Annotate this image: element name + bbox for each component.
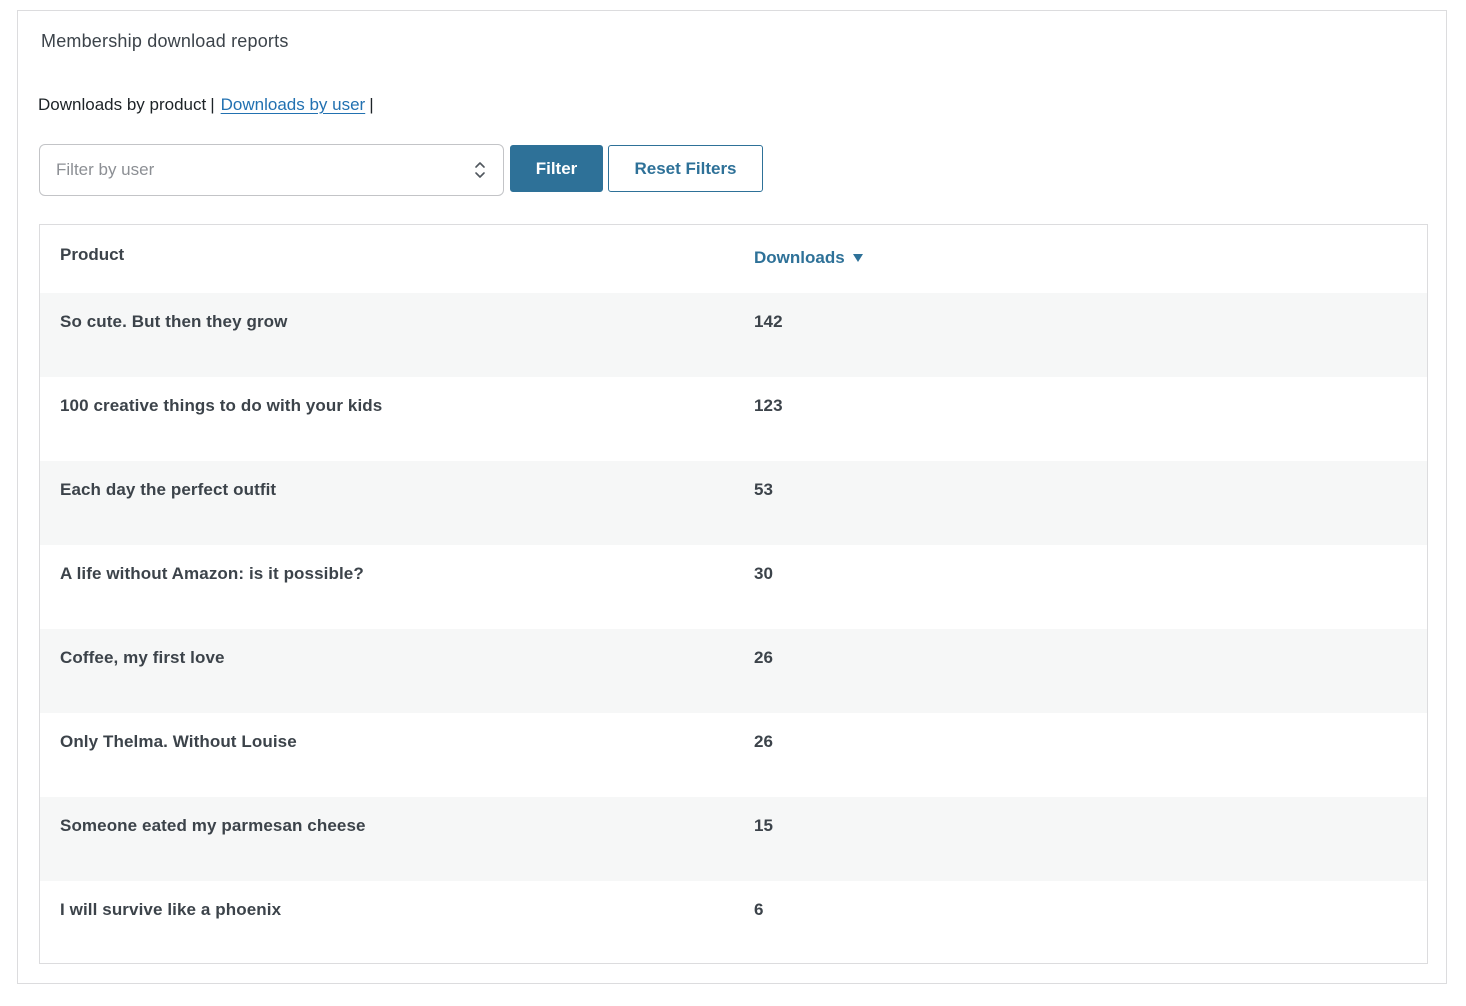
downloads-table: Product Downloads So cute. But then they… (39, 224, 1428, 964)
page-title: Membership download reports (41, 31, 289, 51)
report-panel: Membership download reports Downloads by… (17, 10, 1447, 984)
product-cell: 100 creative things to do with your kids (60, 396, 383, 415)
table-row: Someone eated my parmesan cheese 15 (40, 797, 1427, 881)
downloads-cell: 15 (754, 816, 774, 835)
product-cell: So cute. But then they grow (60, 312, 288, 331)
product-cell: I will survive like a phoenix (60, 900, 282, 919)
tab-downloads-by-user[interactable]: Downloads by user (221, 95, 366, 114)
downloads-cell: 6 (754, 900, 764, 919)
reset-filters-button[interactable]: Reset Filters (608, 145, 763, 192)
filter-button[interactable]: Filter (510, 145, 603, 192)
column-header-downloads[interactable]: Downloads (754, 248, 863, 268)
downloads-cell: 53 (754, 480, 774, 499)
table-row: So cute. But then they grow 142 (40, 293, 1427, 377)
downloads-cell: 123 (754, 396, 783, 415)
filter-by-user-placeholder: Filter by user (56, 160, 155, 179)
report-tabs: Downloads by product | Downloads by user | (38, 95, 380, 115)
product-cell: Each day the perfect outfit (60, 480, 277, 499)
product-cell: Only Thelma. Without Louise (60, 732, 297, 751)
chevron-up-down-icon (475, 162, 485, 178)
caret-down-icon (852, 253, 863, 262)
column-header-downloads-label: Downloads (754, 248, 845, 267)
product-cell: Coffee, my first love (60, 648, 225, 667)
table-row: Each day the perfect outfit 53 (40, 461, 1427, 545)
table-row: A life without Amazon: is it possible? 3… (40, 545, 1427, 629)
tab-separator: | (210, 95, 215, 114)
tab-downloads-by-product: Downloads by product (38, 95, 207, 114)
downloads-cell: 26 (754, 648, 774, 667)
product-cell: Someone eated my parmesan cheese (60, 816, 366, 835)
downloads-cell: 142 (754, 312, 783, 331)
downloads-cell: 30 (754, 564, 774, 583)
filter-by-user-select[interactable]: Filter by user (39, 144, 504, 196)
table-row: 100 creative things to do with your kids… (40, 377, 1427, 461)
table-row: Only Thelma. Without Louise 26 (40, 713, 1427, 797)
downloads-cell: 26 (754, 732, 774, 751)
tab-separator-trailing: | (369, 95, 374, 114)
table-row: Coffee, my first love 26 (40, 629, 1427, 713)
column-header-product: Product (60, 245, 125, 264)
table-row: I will survive like a phoenix 6 (40, 881, 1427, 963)
product-cell: A life without Amazon: is it possible? (60, 564, 364, 583)
table-header: Product Downloads (40, 225, 1427, 293)
